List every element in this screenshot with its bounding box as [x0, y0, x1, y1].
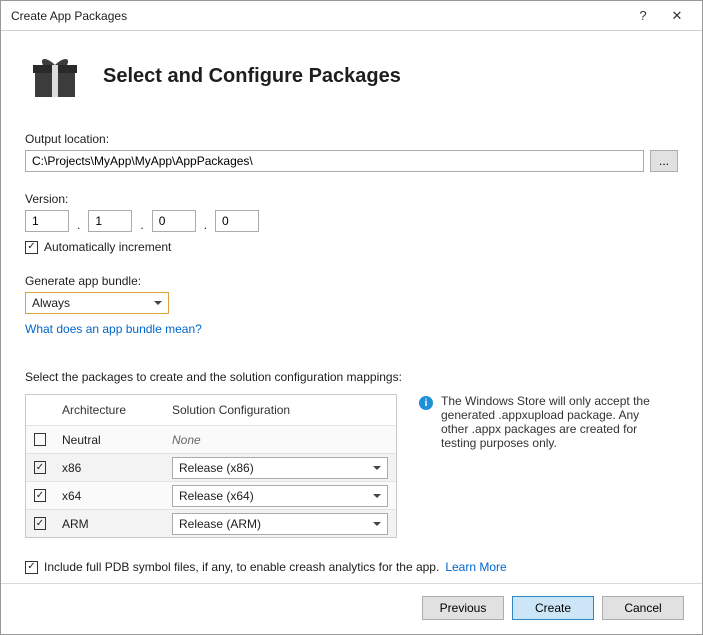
packages-table: Architecture Solution Configuration Neut… [25, 394, 397, 538]
titlebar: Create App Packages ? ✕ [1, 1, 702, 31]
x64-config-combo[interactable]: Release (x64) [172, 485, 388, 507]
cancel-button[interactable]: Cancel [602, 596, 684, 620]
conf-neutral: None [164, 433, 396, 447]
arch-arm: ARM [54, 517, 164, 531]
version-major-input[interactable] [25, 210, 69, 232]
close-button[interactable]: ✕ [660, 5, 694, 27]
version-revision-input[interactable] [215, 210, 259, 232]
wizard-footer: Previous Create Cancel [1, 583, 702, 634]
include-pdb-label: Include full PDB symbol files, if any, t… [44, 560, 439, 574]
bundle-label: Generate app bundle: [25, 274, 678, 288]
x86-config-combo[interactable]: Release (x86) [172, 457, 388, 479]
bundle-help-link[interactable]: What does an app bundle mean? [25, 322, 202, 336]
arch-x64: x64 [54, 489, 164, 503]
version-build-input[interactable] [152, 210, 196, 232]
close-icon: ✕ [672, 8, 683, 24]
browse-button[interactable]: ... [650, 150, 678, 172]
info-icon: i [419, 396, 433, 410]
info-panel: i The Windows Store will only accept the… [419, 394, 669, 450]
create-button[interactable]: Create [512, 596, 594, 620]
auto-increment-label: Automatically increment [44, 240, 171, 254]
x86-checkbox[interactable] [34, 461, 46, 474]
include-pdb-checkbox[interactable] [25, 561, 38, 574]
version-minor-input[interactable] [88, 210, 132, 232]
table-row-x86: x86 Release (x86) [26, 453, 396, 481]
neutral-checkbox[interactable] [34, 433, 46, 446]
table-header-row: Architecture Solution Configuration [26, 395, 396, 425]
arm-config-combo[interactable]: Release (ARM) [172, 513, 388, 535]
pdb-learn-more-link[interactable]: Learn More [445, 560, 506, 574]
x64-checkbox[interactable] [34, 489, 46, 502]
window-title: Create App Packages [11, 9, 626, 23]
wizard-header: Select and Configure Packages [1, 31, 702, 126]
info-text: The Windows Store will only accept the g… [441, 394, 669, 450]
previous-button[interactable]: Previous [422, 596, 504, 620]
packages-prompt: Select the packages to create and the so… [25, 370, 678, 384]
arch-x86: x86 [54, 461, 164, 475]
bundle-combo-value: Always [32, 296, 162, 310]
page-title: Select and Configure Packages [103, 65, 401, 88]
col-architecture: Architecture [54, 403, 164, 417]
gift-box-icon [29, 49, 81, 104]
version-label: Version: [25, 192, 678, 206]
output-location-label: Output location: [25, 132, 678, 146]
help-button[interactable]: ? [626, 5, 660, 27]
auto-increment-checkbox[interactable] [25, 241, 38, 254]
col-solution-config: Solution Configuration [164, 403, 396, 417]
arm-checkbox[interactable] [34, 517, 46, 530]
bundle-combo[interactable]: Always [25, 292, 169, 314]
table-row-neutral: Neutral None [26, 425, 396, 453]
output-location-input[interactable] [25, 150, 644, 172]
table-row-arm: ARM Release (ARM) [26, 509, 396, 537]
table-row-x64: x64 Release (x64) [26, 481, 396, 509]
arch-neutral: Neutral [54, 433, 164, 447]
